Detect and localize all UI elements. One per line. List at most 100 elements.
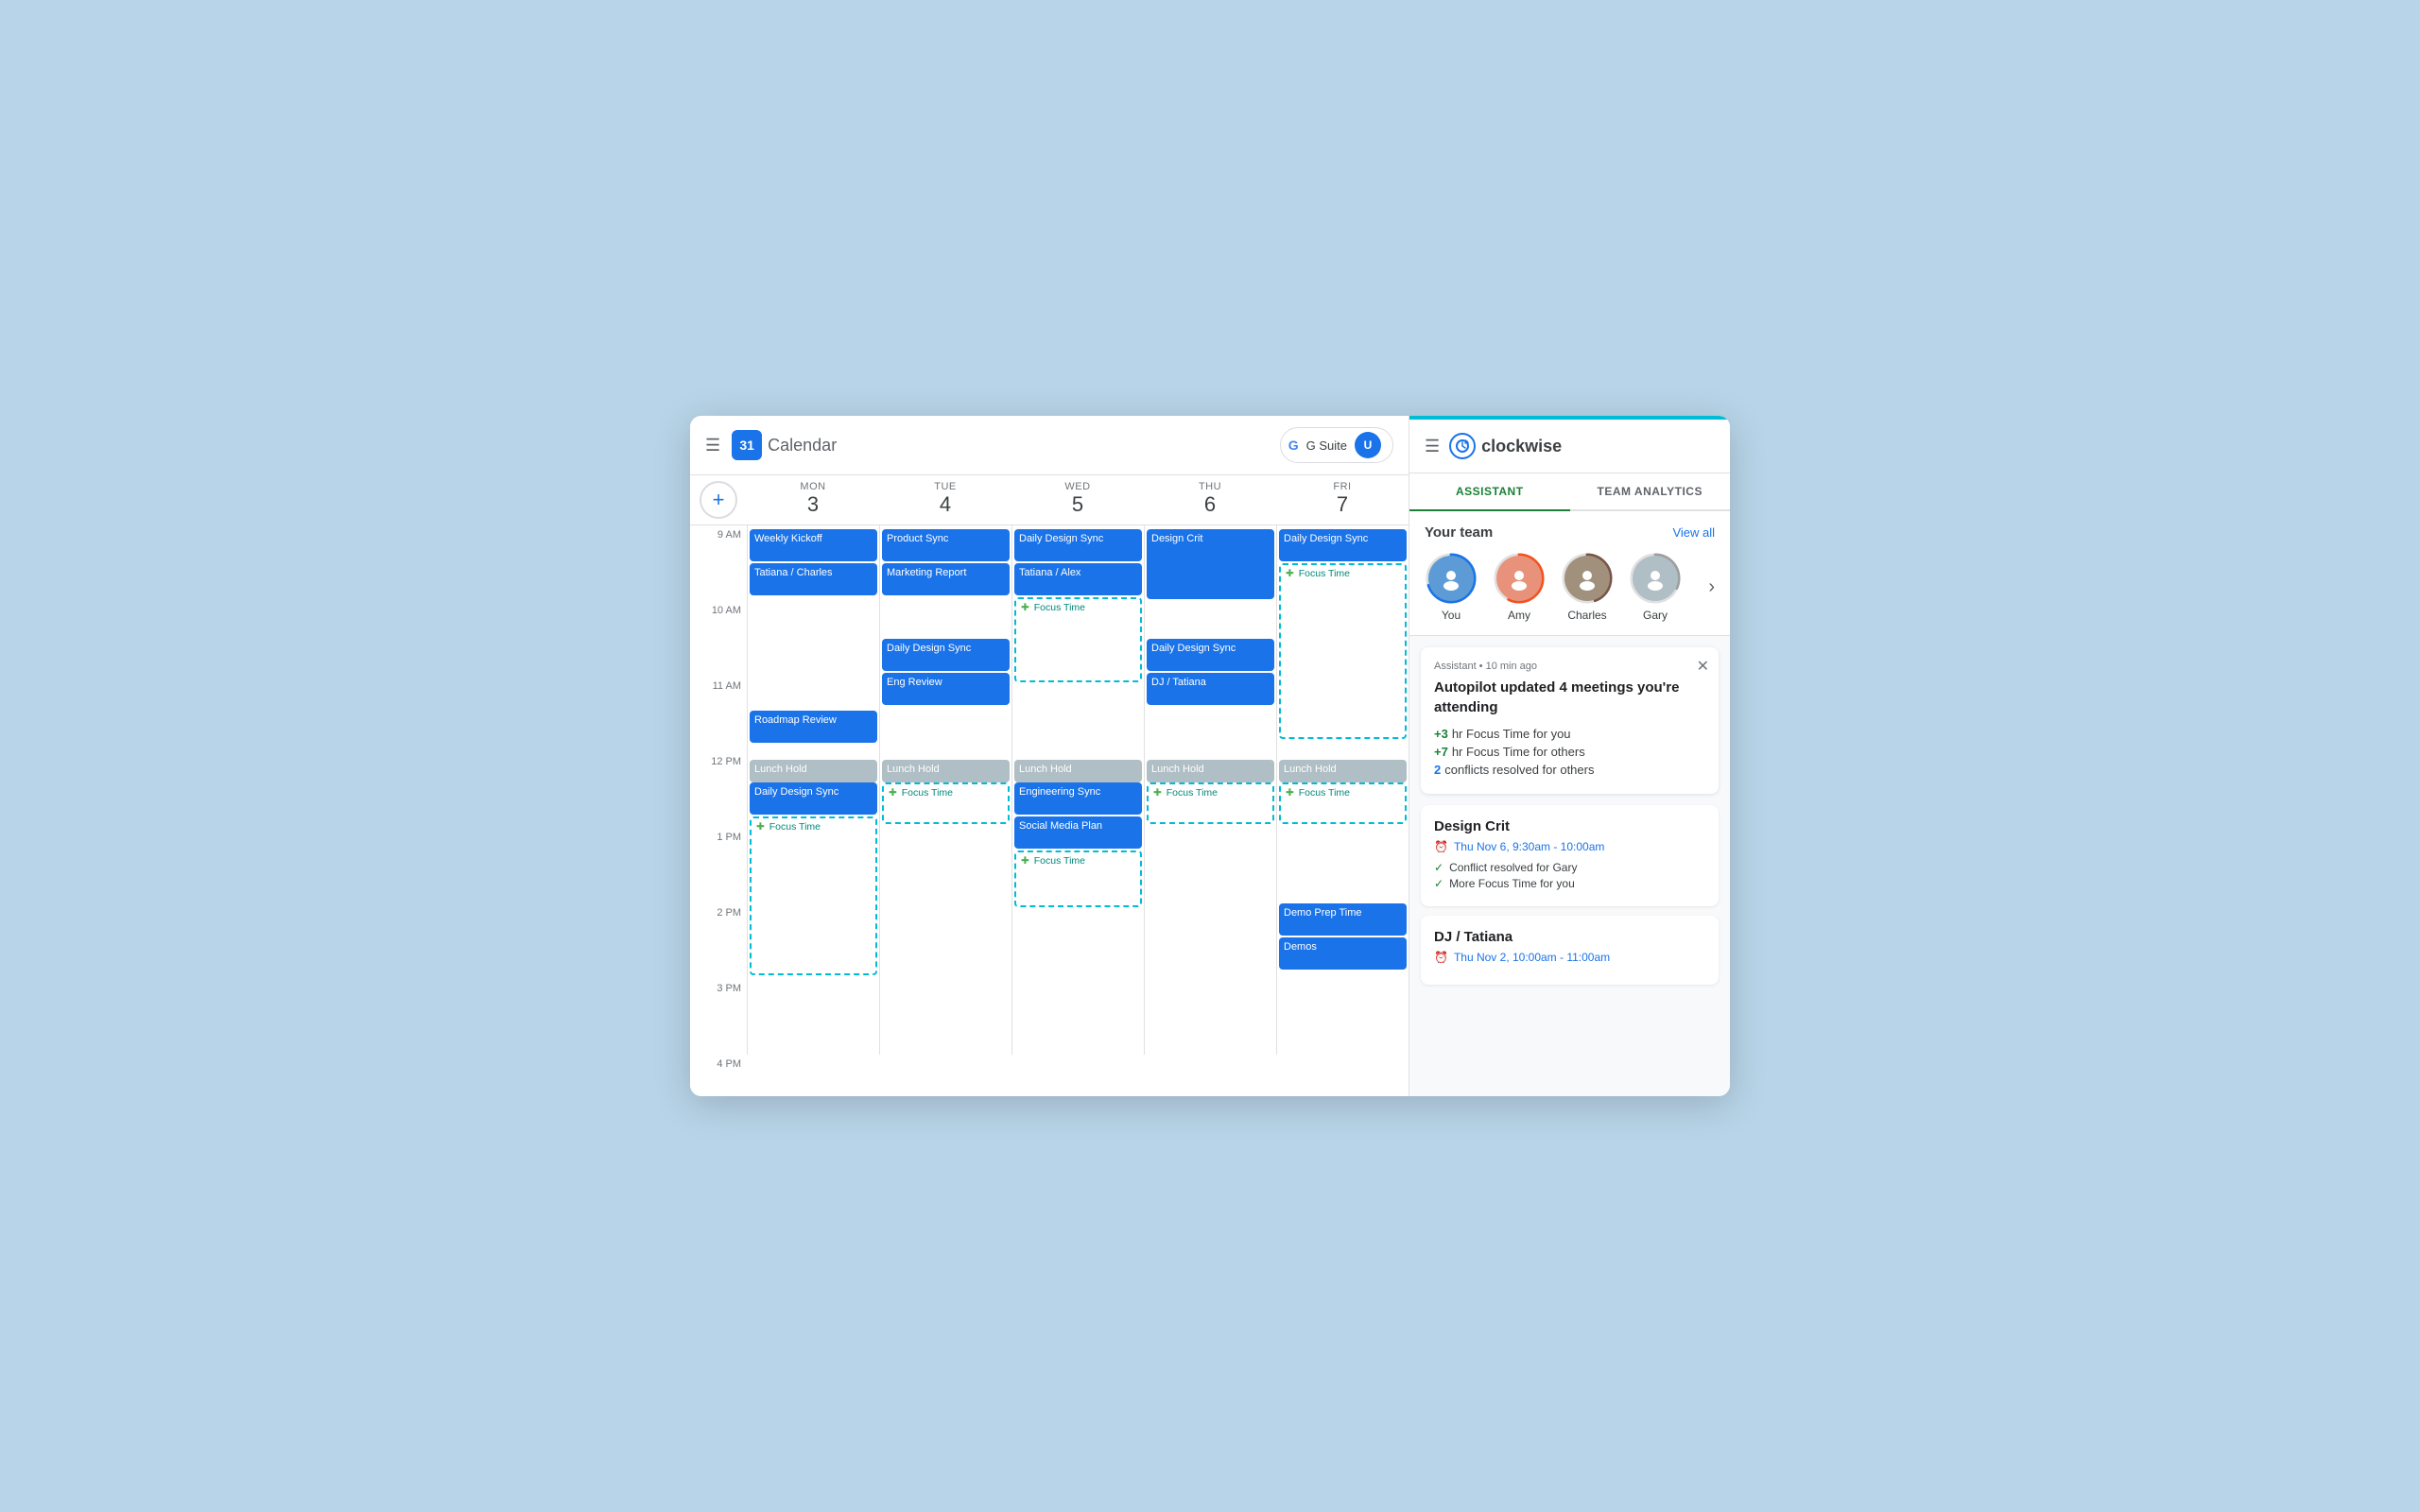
day-column-thu: Design Crit Daily Design Sync DJ / Tatia… — [1144, 525, 1276, 1055]
event-roadmap-review[interactable]: Roadmap Review — [750, 711, 877, 743]
view-all-link[interactable]: View all — [1672, 525, 1715, 540]
meeting-name-dj-tatiana: DJ / Tatiana — [1434, 929, 1705, 945]
day-num-thu: 6 — [1144, 492, 1276, 517]
team-member-gary[interactable]: Gary — [1629, 552, 1682, 622]
event-lunch-hold-mon[interactable]: Lunch Hold — [750, 760, 877, 782]
tab-team-analytics[interactable]: TEAM ANALYTICS — [1570, 473, 1731, 509]
event-tatiana-alex[interactable]: Tatiana / Alex — [1014, 563, 1142, 595]
team-member-you[interactable]: You — [1425, 552, 1478, 622]
time-11am: 11 AM — [690, 677, 747, 752]
gsuite-button[interactable]: G G Suite U — [1280, 427, 1393, 463]
calendar-logo-text: Calendar — [768, 436, 837, 455]
day-num-wed: 5 — [1011, 492, 1144, 517]
clockwise-content: Your team View all — [1409, 511, 1730, 1096]
member-name-gary: Gary — [1643, 609, 1668, 622]
notification-meta: Assistant • 10 min ago — [1434, 661, 1705, 672]
clockwise-header: ☰ clockwise — [1409, 420, 1730, 473]
cw-hamburger-icon[interactable]: ☰ — [1425, 437, 1440, 456]
team-member-charles[interactable]: Charles — [1561, 552, 1614, 622]
member-avatar-wrap-you — [1425, 552, 1478, 605]
event-daily-design-sync-fri[interactable]: Daily Design Sync — [1279, 529, 1407, 561]
team-member-amy[interactable]: Amy — [1493, 552, 1546, 622]
member-avatar-wrap-amy — [1493, 552, 1546, 605]
stat-value-3: 2 — [1434, 763, 1441, 777]
day-name-wed: WED — [1011, 481, 1144, 492]
add-event-button[interactable]: + — [700, 481, 737, 519]
time-4pm: 4 PM — [690, 1055, 747, 1096]
clockwise-tabs: ASSISTANT TEAM ANALYTICS — [1409, 473, 1730, 511]
meeting-card-dj-tatiana[interactable]: DJ / Tatiana ⏰ Thu Nov 2, 10:00am - 11:0… — [1421, 916, 1719, 985]
tab-assistant[interactable]: ASSISTANT — [1409, 473, 1570, 511]
clockwise-logo: clockwise — [1449, 433, 1562, 459]
event-focus-time-tue[interactable]: ✚ Focus Time — [882, 782, 1010, 824]
event-lunch-hold-tue[interactable]: Lunch Hold — [882, 760, 1010, 782]
event-weekly-kickoff[interactable]: Weekly Kickoff — [750, 529, 877, 561]
hamburger-icon[interactable]: ☰ — [705, 436, 720, 455]
event-focus-time-wed-2[interactable]: ✚ Focus Time — [1014, 850, 1142, 907]
event-lunch-hold-thu[interactable]: Lunch Hold — [1147, 760, 1274, 782]
day-num-mon: 3 — [747, 492, 879, 517]
team-chevron-right[interactable]: › — [1708, 576, 1715, 598]
event-daily-design-sync-mon[interactable]: Daily Design Sync — [750, 782, 877, 815]
day-col-tue: TUE 4 — [879, 481, 1011, 519]
meeting-time-dj-tatiana: ⏰ Thu Nov 2, 10:00am - 11:00am — [1434, 951, 1705, 964]
event-dj-tatiana[interactable]: DJ / Tatiana — [1147, 673, 1274, 705]
event-marketing-report[interactable]: Marketing Report — [882, 563, 1010, 595]
calendar-grid: 9 AM 10 AM 11 AM 12 PM 1 PM 2 PM 3 PM 4 … — [690, 525, 1409, 1096]
event-design-crit[interactable]: Design Crit — [1147, 529, 1274, 599]
event-tatiana-charles[interactable]: Tatiana / Charles — [750, 563, 877, 595]
event-focus-time-fri-2[interactable]: ✚ Focus Time — [1279, 782, 1407, 824]
event-demo-prep-time[interactable]: Demo Prep Time — [1279, 903, 1407, 936]
member-avatar-wrap-gary — [1629, 552, 1682, 605]
day-name-thu: THU — [1144, 481, 1276, 492]
clockwise-panel: ☰ clockwise ASSISTANT TEAM ANALYTICS — [1409, 416, 1730, 1096]
stat-text-2: hr Focus Time for others — [1452, 745, 1585, 759]
notification-stat-1: +3 hr Focus Time for you — [1434, 727, 1705, 741]
member-avatar-gary — [1633, 556, 1678, 601]
calendar-logo-box: 31 — [732, 430, 762, 460]
time-12pm: 12 PM — [690, 752, 747, 828]
notification-close-button[interactable]: ✕ — [1697, 657, 1709, 676]
clock-icon-dj-tatiana: ⏰ — [1434, 951, 1448, 964]
calendar-side: ☰ 31 Calendar G G Suite U + MON 3 — [690, 416, 1409, 1096]
event-focus-time-thu[interactable]: ✚ Focus Time — [1147, 782, 1274, 824]
meeting-detail-1-design-crit: ✓ Conflict resolved for Gary — [1434, 861, 1705, 874]
event-focus-time-mon[interactable]: ✚ Focus Time — [750, 816, 877, 975]
day-col-thu: THU 6 — [1144, 481, 1276, 519]
time-2pm: 2 PM — [690, 903, 747, 979]
event-lunch-hold-wed[interactable]: Lunch Hold — [1014, 760, 1142, 782]
time-10am: 10 AM — [690, 601, 747, 677]
team-section: Your team View all — [1409, 511, 1730, 636]
event-product-sync[interactable]: Product Sync — [882, 529, 1010, 561]
event-daily-design-sync-wed[interactable]: Daily Design Sync — [1014, 529, 1142, 561]
meeting-card-design-crit[interactable]: Design Crit ⏰ Thu Nov 6, 9:30am - 10:00a… — [1421, 805, 1719, 906]
check-icon-2: ✓ — [1434, 877, 1443, 890]
notification-stat-3: 2 conflicts resolved for others — [1434, 763, 1705, 777]
event-demos[interactable]: Demos — [1279, 937, 1407, 970]
time-9am: 9 AM — [690, 525, 747, 601]
event-daily-design-sync-tue[interactable]: Daily Design Sync — [882, 639, 1010, 671]
stat-value-2: +7 — [1434, 745, 1448, 759]
stat-value-1: +3 — [1434, 727, 1448, 741]
clockwise-logo-text: clockwise — [1481, 437, 1562, 456]
event-lunch-hold-fri[interactable]: Lunch Hold — [1279, 760, 1407, 782]
member-name-you: You — [1442, 609, 1461, 622]
clockwise-logo-icon — [1449, 433, 1476, 459]
days-header: + MON 3 TUE 4 WED 5 THU 6 — [690, 475, 1409, 525]
meeting-detail-2-design-crit: ✓ More Focus Time for you — [1434, 877, 1705, 890]
day-num-tue: 4 — [879, 492, 1011, 517]
time-3pm: 3 PM — [690, 979, 747, 1055]
event-eng-review[interactable]: Eng Review — [882, 673, 1010, 705]
event-engineering-sync[interactable]: Engineering Sync — [1014, 782, 1142, 815]
event-social-media-plan[interactable]: Social Media Plan — [1014, 816, 1142, 849]
event-focus-time-wed-1[interactable]: ✚ Focus Time — [1014, 597, 1142, 682]
notification-stat-2: +7 hr Focus Time for others — [1434, 745, 1705, 759]
day-name-fri: FRI — [1276, 481, 1409, 492]
event-focus-time-fri-1[interactable]: ✚ Focus Time — [1279, 563, 1407, 739]
day-col-wed: WED 5 — [1011, 481, 1144, 519]
notification-card: Assistant • 10 min ago ✕ Autopilot updat… — [1421, 647, 1719, 794]
meeting-time-text-dj-tatiana: Thu Nov 2, 10:00am - 11:00am — [1454, 951, 1610, 964]
member-name-charles: Charles — [1567, 609, 1606, 622]
member-name-amy: Amy — [1508, 609, 1530, 622]
event-daily-design-sync-thu[interactable]: Daily Design Sync — [1147, 639, 1274, 671]
